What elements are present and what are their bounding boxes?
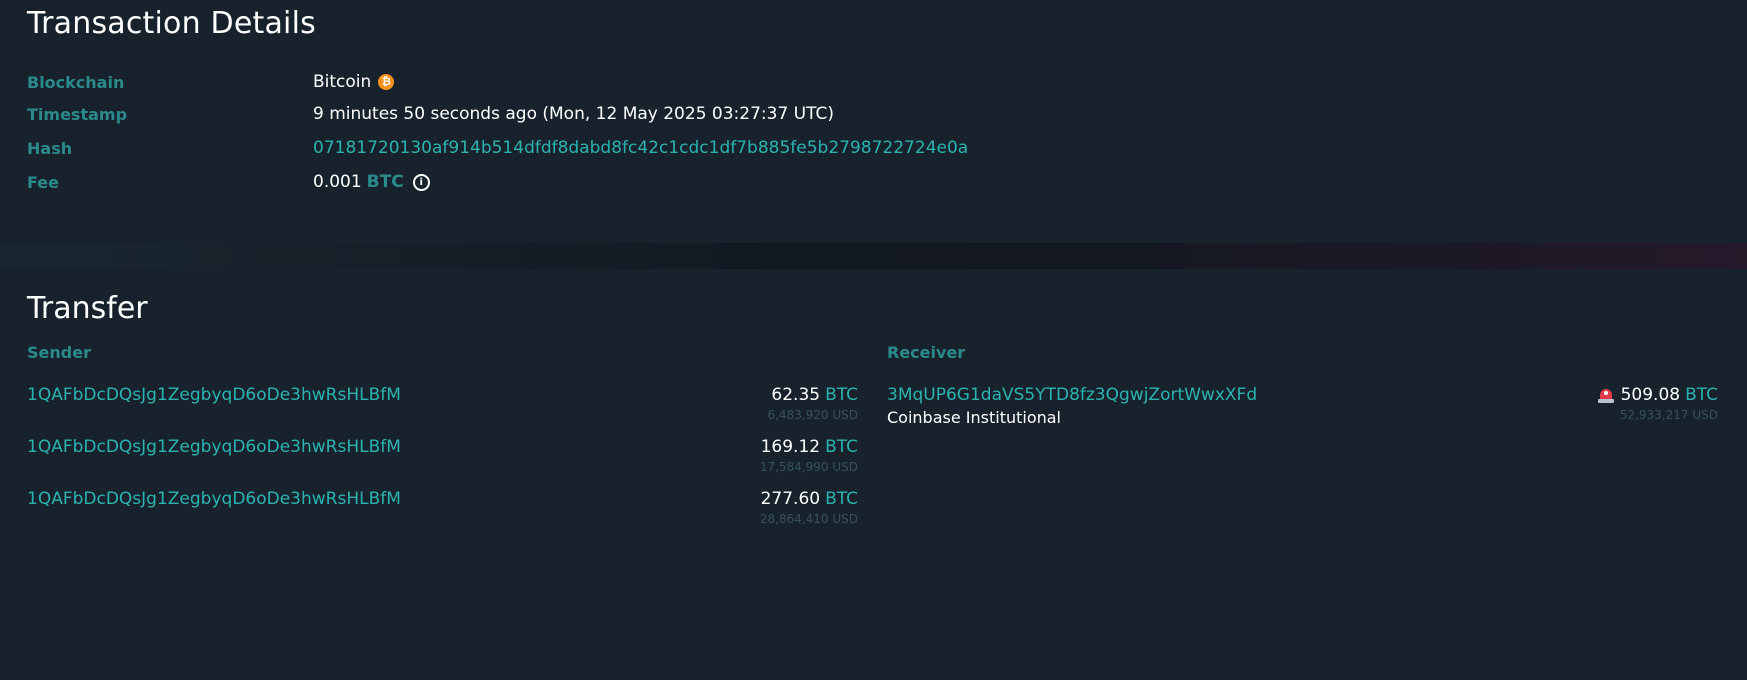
receiver-address-link[interactable]: 3MqUP6G1daVS5YTD8fz3QgwjZortWwxXFd (887, 385, 1257, 405)
receiver-entry: 3MqUP6G1daVS5YTD8fz3QgwjZortWwxXFd Coinb… (887, 385, 1718, 429)
timestamp-value: 9 minutes 50 seconds ago (Mon, 12 May 20… (313, 104, 834, 124)
sender-entry: 1QAFbDcDQsJg1ZegbyqD6oDe3hwRsHLBfM 62.35… (27, 385, 858, 429)
sender-amount: 277.60 BTC (761, 489, 858, 509)
blockchain-value: Bitcoin ₿ (313, 72, 395, 92)
sender-header: Sender (27, 343, 91, 362)
fee-unit: BTC (366, 172, 404, 192)
sender-amount: 169.12 BTC (761, 437, 858, 457)
sender-amount: 62.35 BTC (771, 385, 858, 405)
sender-amount-unit: BTC (825, 437, 858, 457)
receiver-amount-value: 509.08 (1620, 385, 1681, 405)
fee-value: 0.001 BTC i (313, 172, 430, 192)
section-divider (0, 243, 1747, 269)
sender-address-link[interactable]: 1QAFbDcDQsJg1ZegbyqD6oDe3hwRsHLBfM (27, 385, 401, 405)
transaction-details-title: Transaction Details (27, 6, 316, 41)
receiver-entity-tag: Coinbase Institutional (887, 408, 1061, 427)
receiver-header: Receiver (887, 343, 966, 362)
hash-link[interactable]: 07181720130af914b514dfdf8dabd8fc42c1cdc1… (313, 138, 968, 158)
timestamp-row: Timestamp 9 minutes 50 seconds ago (Mon,… (27, 101, 1727, 127)
transaction-details-section: Transaction Details Blockchain Bitcoin ₿… (0, 0, 1747, 243)
sender-usd-value: 6,483,920 USD (767, 408, 858, 422)
fee-label: Fee (27, 172, 59, 192)
timestamp-label: Timestamp (27, 104, 128, 124)
sender-amount-value: 62.35 (771, 385, 821, 405)
sender-entry: 1QAFbDcDQsJg1ZegbyqD6oDe3hwRsHLBfM 169.1… (27, 437, 858, 481)
sender-address-link[interactable]: 1QAFbDcDQsJg1ZegbyqD6oDe3hwRsHLBfM (27, 437, 401, 457)
fee-amount: 0.001 (313, 172, 362, 192)
blockchain-label: Blockchain (27, 72, 125, 92)
sender-amount-value: 169.12 (760, 437, 821, 457)
alarm-siren-icon (1597, 388, 1614, 403)
blockchain-name: Bitcoin (313, 72, 372, 92)
receiver-amount: 509.08 BTC (1597, 385, 1718, 405)
sender-usd-value: 28,864,410 USD (759, 512, 858, 526)
sender-amount-unit: BTC (825, 385, 858, 405)
sender-address-link[interactable]: 1QAFbDcDQsJg1ZegbyqD6oDe3hwRsHLBfM (27, 489, 401, 509)
fee-row: Fee 0.001 BTC i (27, 169, 1727, 195)
transfer-title: Transfer (27, 291, 148, 326)
hash-row: Hash 07181720130af914b514dfdf8dabd8fc42c… (27, 135, 1727, 161)
transfer-section: Transfer Sender Receiver 1QAFbDcDQsJg1Ze… (0, 269, 1747, 680)
receiver-usd-value: 52,933,217 USD (1619, 408, 1718, 422)
bitcoin-coin-icon: ₿ (378, 74, 395, 90)
blockchain-row: Blockchain Bitcoin ₿ (27, 69, 1727, 95)
sender-usd-value: 17,584,990 USD (759, 460, 858, 474)
info-icon[interactable]: i (412, 173, 430, 191)
sender-amount-value: 277.60 (760, 489, 821, 509)
sender-entry: 1QAFbDcDQsJg1ZegbyqD6oDe3hwRsHLBfM 277.6… (27, 489, 858, 533)
hash-label: Hash (27, 138, 73, 158)
sender-amount-unit: BTC (825, 489, 858, 509)
receiver-amount-unit: BTC (1685, 385, 1718, 405)
